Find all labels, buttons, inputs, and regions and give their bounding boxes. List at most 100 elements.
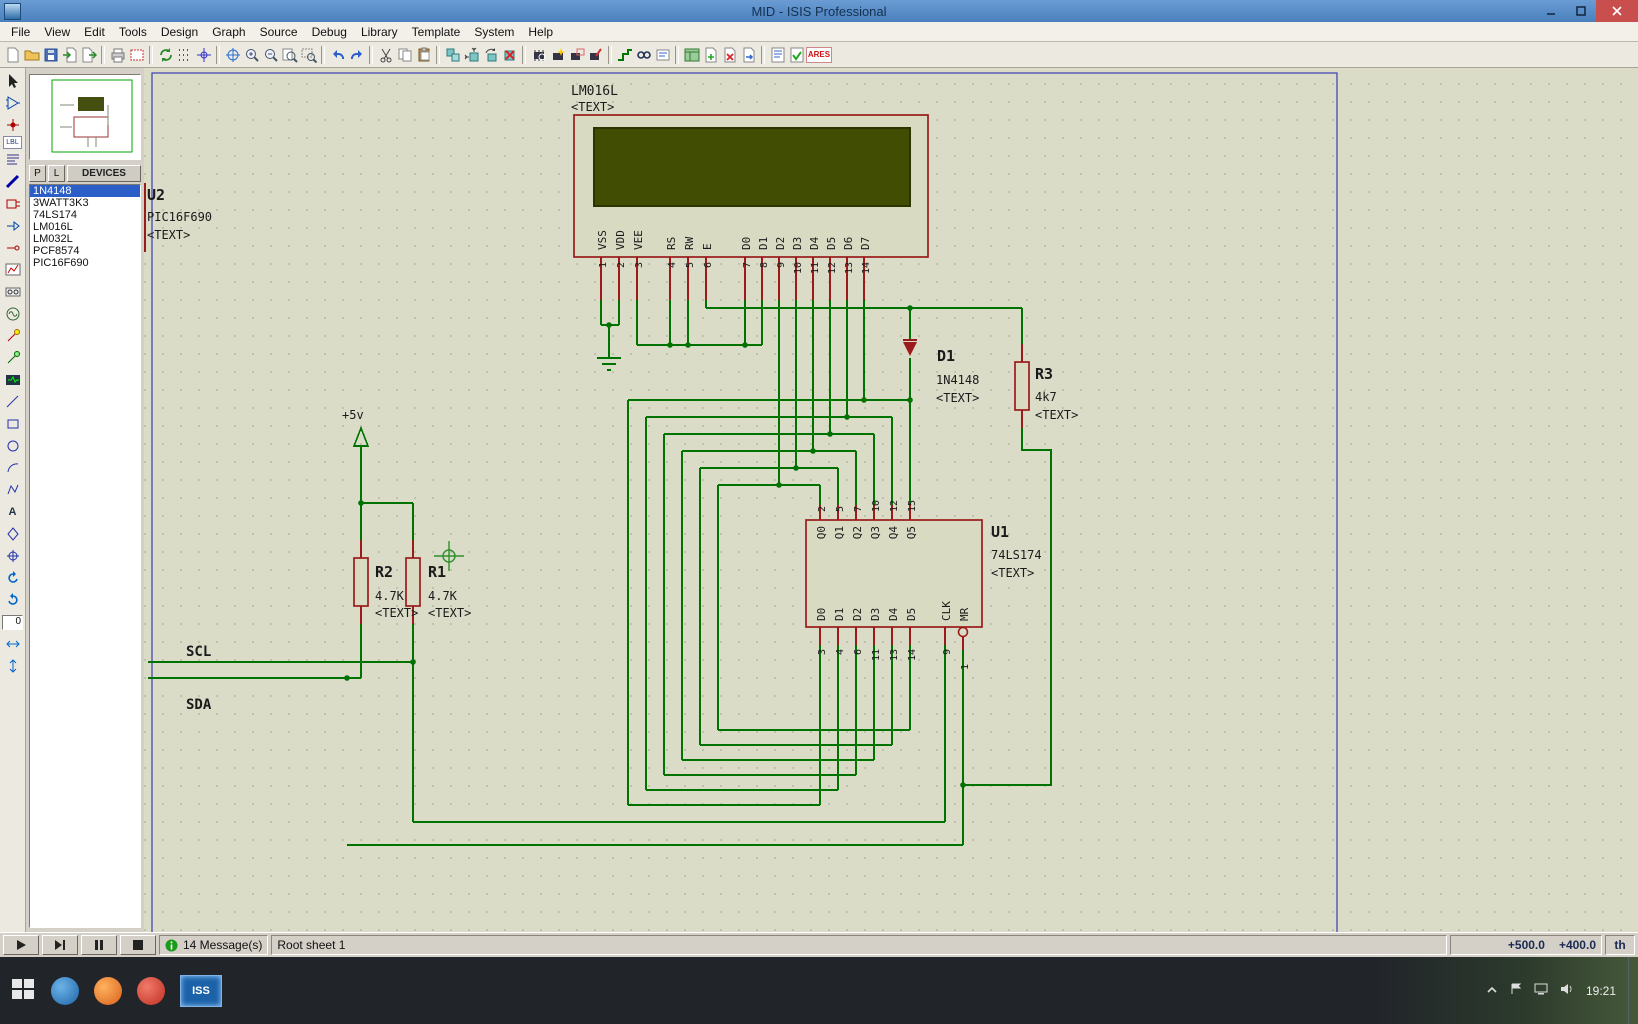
x-mirror-icon[interactable] (1, 633, 25, 655)
menu-item-source[interactable]: Source (253, 23, 305, 41)
step-button[interactable] (42, 935, 78, 955)
remove-sheet-icon[interactable] (720, 44, 739, 65)
menu-item-file[interactable]: File (4, 23, 37, 41)
copy-icon[interactable] (395, 44, 414, 65)
pick-devices-button[interactable]: P (29, 165, 46, 182)
component-u2[interactable]: U2 PIC16F690 <TEXT> (147, 186, 212, 242)
2d-arc-icon[interactable] (1, 457, 25, 479)
wire-autorouter-icon[interactable] (615, 44, 634, 65)
title-bar[interactable]: MID - ISIS Professional (0, 0, 1638, 22)
y-mirror-icon[interactable] (1, 655, 25, 677)
schematic-canvas[interactable]: LM016L <TEXT> VSS VDD VEE RS RW E D0 D1 … (144, 68, 1638, 932)
block-delete-icon[interactable] (500, 44, 519, 65)
device-list-item[interactable]: LM032L (30, 233, 140, 245)
2d-line-icon[interactable] (1, 391, 25, 413)
mark-output-area-icon[interactable] (127, 44, 146, 65)
design-explorer-icon[interactable] (682, 44, 701, 65)
search-tag-icon[interactable] (634, 44, 653, 65)
menu-item-debug[interactable]: Debug (305, 23, 354, 41)
property-assignment-icon[interactable] (653, 44, 672, 65)
maximize-button[interactable] (1566, 0, 1596, 22)
pause-button[interactable] (81, 935, 117, 955)
block-move-icon[interactable] (462, 44, 481, 65)
2d-marker-icon[interactable] (1, 545, 25, 567)
packaging-tool-icon[interactable] (567, 44, 586, 65)
netlist-to-ares-icon[interactable]: ARES (806, 47, 832, 63)
new-file-icon[interactable] (3, 44, 22, 65)
goto-sheet-icon[interactable] (739, 44, 758, 65)
voltage-probe-mode-icon[interactable] (1, 325, 25, 347)
rotation-angle-field[interactable]: 0 (1, 611, 25, 633)
component-d1[interactable]: D1 1N4148 <TEXT> (903, 342, 979, 405)
bill-of-materials-icon[interactable] (768, 44, 787, 65)
device-list-item[interactable]: 1N4148 (30, 185, 140, 197)
menu-item-graph[interactable]: Graph (205, 23, 252, 41)
false-origin-icon[interactable] (194, 44, 213, 65)
menu-item-edit[interactable]: Edit (77, 23, 112, 41)
component-u1[interactable]: U1 74LS174 <TEXT> Q0 Q1 Q2 Q3 Q4 Q5 2 5 … (806, 500, 1042, 670)
device-list-item[interactable]: LM016L (30, 221, 140, 233)
message-panel[interactable]: 14 Message(s) (159, 935, 268, 955)
block-rotate-icon[interactable] (481, 44, 500, 65)
firefox-icon[interactable] (94, 977, 122, 1005)
export-icon[interactable] (79, 44, 98, 65)
device-list-item[interactable]: 3WATT3K3 (30, 197, 140, 209)
subcircuit-mode-icon[interactable] (1, 193, 25, 215)
pick-device-icon[interactable] (529, 44, 548, 65)
decompose-icon[interactable] (586, 44, 605, 65)
2d-path-icon[interactable] (1, 479, 25, 501)
power-terminal[interactable]: +5v (342, 408, 368, 450)
wire-label-mode-icon[interactable]: LBL (3, 136, 22, 149)
junction-dot-mode-icon[interactable] (1, 114, 25, 136)
block-copy-icon[interactable] (443, 44, 462, 65)
undo-icon[interactable] (328, 44, 347, 65)
rotate-anticlockwise-icon[interactable] (1, 589, 25, 611)
zoom-out-icon[interactable] (261, 44, 280, 65)
opera-icon[interactable] (137, 977, 165, 1005)
text-script-mode-icon[interactable] (1, 149, 25, 171)
device-list-item[interactable]: PCF8574 (30, 245, 140, 257)
2d-circle-icon[interactable] (1, 435, 25, 457)
tray-volume-icon[interactable] (1560, 983, 1574, 998)
zoom-all-icon[interactable] (280, 44, 299, 65)
terminal-mode-icon[interactable] (1, 215, 25, 237)
isis-taskbar-icon[interactable]: ISS (180, 975, 222, 1007)
import-icon[interactable] (60, 44, 79, 65)
2d-text-icon[interactable]: A (1, 501, 25, 523)
paste-icon[interactable] (414, 44, 433, 65)
cut-icon[interactable] (376, 44, 395, 65)
center-at-cursor-icon[interactable] (223, 44, 242, 65)
taskbar-clock[interactable]: 19:21 (1586, 984, 1616, 998)
close-button[interactable] (1596, 0, 1638, 22)
selection-mode-icon[interactable] (1, 70, 25, 92)
rotate-clockwise-icon[interactable] (1, 567, 25, 589)
component-lm016l[interactable]: LM016L <TEXT> VSS VDD VEE RS RW E D0 D1 … (571, 84, 928, 274)
current-probe-mode-icon[interactable] (1, 347, 25, 369)
2d-symbol-icon[interactable] (1, 523, 25, 545)
virtual-instrument-mode-icon[interactable] (1, 369, 25, 391)
minimize-button[interactable] (1536, 0, 1566, 22)
2d-box-icon[interactable] (1, 413, 25, 435)
refresh-icon[interactable] (156, 44, 175, 65)
menu-item-system[interactable]: System (467, 23, 521, 41)
bus-mode-icon[interactable] (1, 171, 25, 193)
start-button[interactable] (10, 976, 36, 1005)
show-desktop-button[interactable] (1628, 957, 1634, 1024)
generator-mode-icon[interactable] (1, 303, 25, 325)
menu-item-library[interactable]: Library (354, 23, 405, 41)
menu-item-help[interactable]: Help (521, 23, 560, 41)
electrical-rules-check-icon[interactable] (787, 44, 806, 65)
graph-mode-icon[interactable] (1, 259, 25, 281)
tape-recorder-mode-icon[interactable] (1, 281, 25, 303)
design-overview-minimap[interactable] (29, 74, 141, 160)
device-list-item[interactable]: PIC16F690 (30, 257, 140, 269)
net-label-sda[interactable]: SDA (186, 697, 212, 713)
save-icon[interactable] (41, 44, 60, 65)
grid-toggle-icon[interactable] (175, 44, 194, 65)
menu-item-template[interactable]: Template (405, 23, 468, 41)
menu-item-tools[interactable]: Tools (112, 23, 154, 41)
tray-flag-icon[interactable] (1510, 983, 1522, 998)
component-r3[interactable]: R3 4k7 <TEXT> (1015, 362, 1078, 422)
stop-button[interactable] (120, 935, 156, 955)
menu-item-design[interactable]: Design (154, 23, 205, 41)
